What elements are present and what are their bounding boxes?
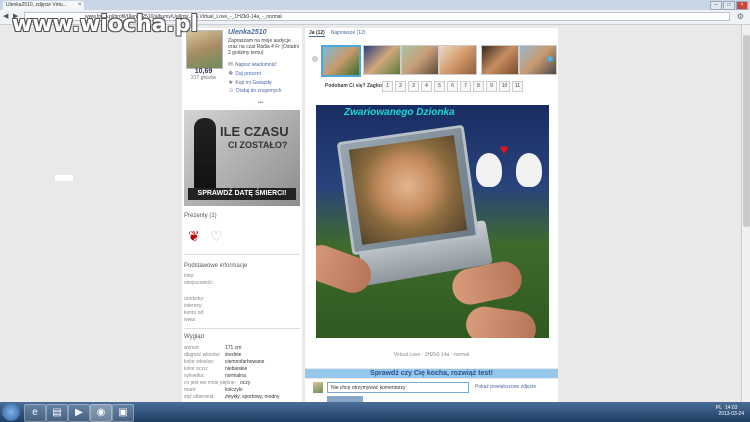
add-gift-icon[interactable]: ♡ (210, 227, 224, 245)
mail-icon: ✉ (228, 62, 234, 68)
rating-button[interactable]: 6 (447, 81, 458, 92)
white-mark (55, 175, 73, 181)
add-friend-link[interactable]: ☺ Dodaj do znajomych (228, 88, 281, 94)
gifts-header: Prezenty (1) (184, 213, 217, 219)
thumbnail[interactable] (401, 45, 439, 75)
dove-left (476, 153, 502, 187)
appearance-row: długość włosów: średnie (184, 352, 242, 358)
chrome-icon[interactable]: ◉ (90, 404, 112, 422)
taskbar: e ▤ ▶ ◉ ▣ PL 14:03 2013-03-24 (0, 402, 750, 422)
dove-right (516, 153, 542, 187)
start-button[interactable] (2, 403, 20, 421)
hand-bottom (463, 304, 539, 338)
profile-sidebar: 10,69 217 głosów Ulenka2510 Zapraszam na… (182, 28, 302, 402)
appearance-row: wzrost: 171 cm (184, 345, 242, 351)
rating-button[interactable]: 4 (421, 81, 432, 92)
rating-button[interactable]: 1 (382, 81, 393, 92)
buy-star-link[interactable]: ★ Kup mi Gwiazdę (228, 79, 272, 87)
next-arrow-icon[interactable]: › (547, 56, 553, 62)
media-player-icon[interactable]: ▶ (68, 404, 90, 422)
ad-subtitle: CI ZOSTAŁO? (228, 140, 288, 150)
appearance-row: co jest we mnie piękne: oczy (184, 380, 251, 386)
comment-avatar (313, 382, 323, 393)
rating-button[interactable]: 5 (434, 81, 445, 92)
rating-button[interactable]: 11 (512, 81, 523, 92)
album-tabs: Ja (12) Najnowsze (12) (309, 30, 366, 37)
appearance-row: styl ubierania: zwykły, sportowy, modny (184, 394, 280, 400)
explorer-icon[interactable]: ▤ (46, 404, 68, 422)
friends-icon: ☺ (228, 88, 235, 94)
ad-cta-button[interactable]: SPRAWDŹ DATĘ ŚMIERCI! (188, 188, 296, 200)
gift-icon: ❖ (228, 71, 234, 77)
clock-date: 2013-03-24 (718, 411, 744, 417)
photo-caption: Virtual Love - 1HZk0-14a - normal (393, 352, 470, 358)
redacted-area (222, 278, 278, 328)
divider (184, 254, 300, 255)
minimize-icon[interactable]: – (710, 1, 722, 10)
clock[interactable]: 14:03 2013-03-24 (718, 405, 744, 417)
thumbnail[interactable] (363, 45, 401, 75)
comment-area: Nie chcę otrzymywać komentarzy Pokaż pow… (305, 379, 558, 404)
give-gift-link[interactable]: ❖ Daj prezent (228, 70, 261, 78)
comment-input[interactable]: Nie chcę otrzymywać komentarzy (327, 382, 469, 393)
thumbnail[interactable] (481, 45, 519, 75)
rating-question: Podobam Ci się? Zagłosuj: (325, 83, 390, 89)
main-photo[interactable]: Zwariowanego Dzionka ♥ (316, 105, 549, 338)
browser-tab[interactable]: Ulenka2510, zdjęcie Virtu... (3, 1, 84, 10)
appearance-row: mam: kolczyki (184, 387, 243, 393)
app-icon[interactable]: ▣ (112, 404, 134, 422)
username[interactable]: Ulenka2510 (228, 29, 267, 36)
rating-button[interactable]: 8 (473, 81, 484, 92)
portrait (348, 135, 468, 245)
votes-label: 217 głosów (190, 75, 217, 81)
divider (184, 328, 300, 329)
score-value: 10,69 (194, 68, 213, 75)
tab-close-icon[interactable]: × (78, 1, 82, 10)
laptop-screen (336, 124, 480, 256)
tab-title: Ulenka2510, zdjęcie Virtu... (6, 2, 67, 8)
appearance-row: kolor oczu: niebieskie (184, 366, 248, 372)
appearance-header: Wygląd (184, 334, 204, 340)
thumbnail[interactable] (321, 45, 361, 77)
rating-button[interactable]: 2 (395, 81, 406, 92)
send-message-link[interactable]: ✉ Napisz wiadomość (228, 61, 277, 69)
page-scrollbar[interactable] (741, 25, 750, 402)
ie-icon[interactable]: e (24, 404, 46, 422)
score-box: 10,69 217 głosów (186, 68, 221, 88)
ad-title: ILE CZASU (220, 124, 289, 139)
wrench-icon[interactable]: ⚙ (737, 13, 744, 21)
enlarge-photo-link[interactable]: Pokaż powiększone zdjęcie (475, 384, 536, 390)
thumbnail-strip: ‹ › (309, 45, 557, 77)
rating-button[interactable]: 7 (460, 81, 471, 92)
maximize-icon[interactable]: □ (723, 1, 735, 10)
heart-icon: ♥ (500, 141, 509, 157)
appearance-row: kolor włosów: ciemnofarbowane (184, 359, 265, 365)
photo-title: Zwariowanego Dzionka (344, 107, 455, 118)
watermark: www.wiocha.pl (12, 12, 199, 37)
reaper-figure (194, 118, 216, 190)
promo-banner[interactable]: Sprawdź czy Cię kocha, rozwiąż test! (305, 369, 558, 378)
browser-tabstrip: Ulenka2510, zdjęcie Virtu... × – □ × (0, 0, 750, 10)
prev-arrow-icon[interactable]: ‹ (312, 56, 318, 62)
rating-button[interactable]: 9 (486, 81, 497, 92)
scrollbar-thumb[interactable] (743, 35, 750, 227)
rating-button[interactable]: 3 (408, 81, 419, 92)
appearance-row: sylwetka: normalna (184, 373, 246, 379)
more-indicator[interactable]: ••• (258, 100, 263, 106)
back-icon[interactable]: ◀ (3, 13, 8, 21)
rose-gift-icon[interactable]: ❦ (188, 226, 202, 246)
window-controls: – □ × (710, 1, 748, 10)
tab-newest[interactable]: Najnowsze (12) (331, 30, 366, 37)
close-window-icon[interactable]: × (736, 1, 748, 10)
photo-panel: Ja (12) Najnowsze (12) ‹ › Podobam Ci si… (305, 28, 558, 368)
invite-text: Zapraszam na moje audycje oraz na czat R… (228, 38, 299, 56)
basic-info-header: Podstawowe informacje (184, 263, 248, 269)
death-date-ad[interactable]: ILE CZASU CI ZOSTAŁO? SPRAWDŹ DATĘ ŚMIER… (184, 110, 300, 206)
star-icon: ★ (228, 80, 234, 86)
tab-me[interactable]: Ja (12) (309, 30, 325, 37)
rating-button[interactable]: 10 (499, 81, 510, 92)
thumbnail[interactable] (439, 45, 477, 75)
